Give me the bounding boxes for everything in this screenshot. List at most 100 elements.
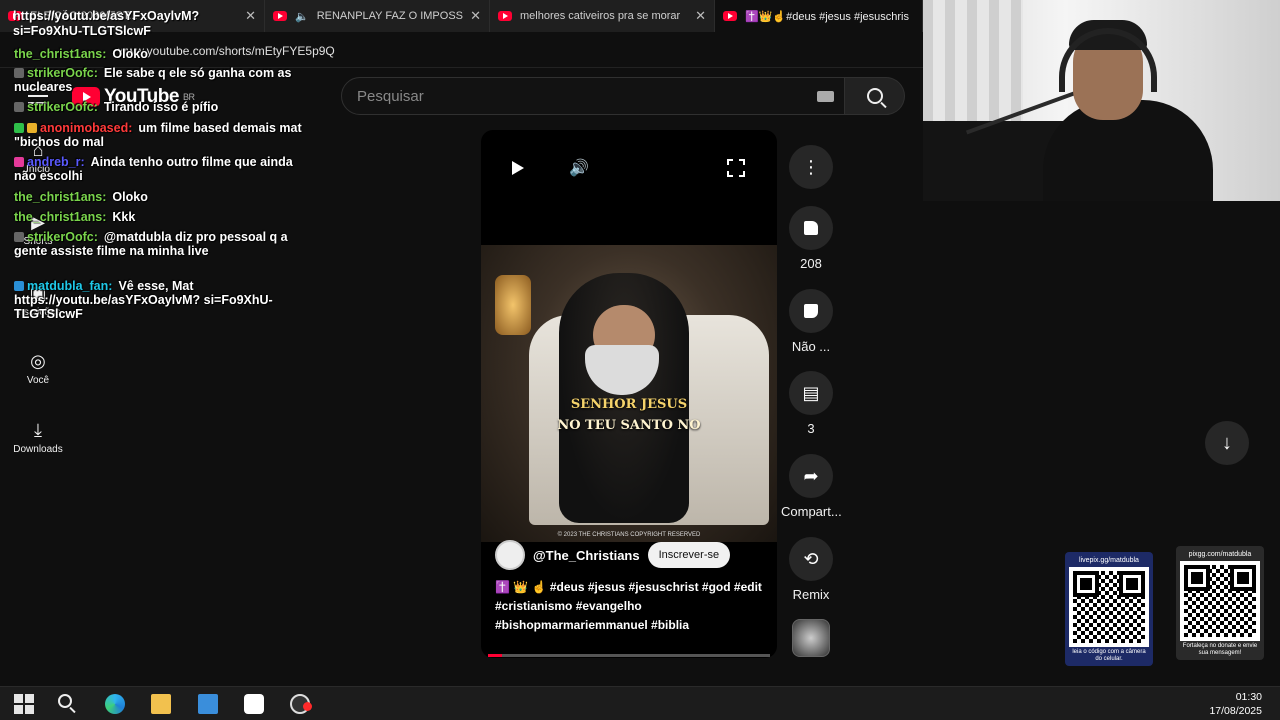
- chat-message: strikerOofc: Tirando isso é pífio: [14, 100, 304, 114]
- search-placeholder: Pesquisar: [357, 88, 424, 105]
- chat-badge-icon: [14, 68, 24, 78]
- clock-date: 17/08/2025: [1209, 705, 1262, 717]
- windows-taskbar: 01:30 17/08/2025: [0, 686, 1280, 720]
- qr-footer: Fortaleça no donate e envie sua mensagem…: [1182, 643, 1258, 656]
- qr-code-icon: [1180, 561, 1260, 641]
- close-icon[interactable]: ✕: [695, 8, 706, 24]
- next-short-button[interactable]: ↓: [1205, 421, 1249, 465]
- qr-title: pixgg.com/matdubla: [1188, 551, 1252, 558]
- qr-footer: leia o código com a câmera do celular.: [1072, 649, 1146, 662]
- store-icon[interactable]: [198, 694, 218, 714]
- rail-item-you[interactable]: ◎ Você: [8, 351, 68, 386]
- dislike-button[interactable]: Não ...: [781, 289, 841, 354]
- chat-message: andreb_r: Ainda tenho outro filme que ain…: [14, 155, 304, 183]
- browser-tab[interactable]: 🔈 RENANPLAY FAZ O IMPOSSÍ ✕: [265, 0, 490, 32]
- video-caption-line2: NO TEU SANTO NO: [557, 418, 701, 433]
- search-input[interactable]: Pesquisar: [341, 77, 845, 115]
- video-copyright: © 2023 THE CHRISTIANS COPYRIGHT RESERVED: [557, 532, 701, 538]
- rail-label: Você: [26, 375, 50, 386]
- channel-avatar[interactable]: [495, 540, 525, 570]
- remix-button[interactable]: ⟲ Remix: [781, 537, 841, 602]
- fullscreen-icon[interactable]: [727, 159, 745, 177]
- remix-label: Remix: [792, 587, 830, 602]
- tab-title: RENANPLAY FAZ O IMPOSSÍ: [316, 10, 465, 22]
- thumbs-down-icon: [804, 304, 818, 318]
- chat-top-link-line2: si=Fo9XhU-TLGTSlcwF: [13, 24, 151, 38]
- youtube-favicon-icon: [498, 11, 512, 21]
- rail-label: Downloads: [13, 444, 63, 455]
- tab-title: melhores cativeiros pra se morar: [520, 10, 681, 22]
- livepix-qr-card: livepix.gg/matdubla leia o código com a …: [1065, 552, 1153, 666]
- more-options-button[interactable]: ⋮: [781, 145, 841, 195]
- qr-code-icon: [1069, 567, 1149, 647]
- chat-badge-icon: [14, 102, 24, 112]
- clock-time: 01:30: [1235, 691, 1262, 703]
- video-frame[interactable]: SENHOR JESUS NO TEU SANTO NO © 2023 THE …: [481, 245, 777, 542]
- chat-text: Tirando isso é pífio: [103, 100, 219, 114]
- share-icon: ➦: [789, 454, 833, 498]
- chat-badge-icon: [14, 157, 24, 167]
- video-caption-line1: SENHOR JESUS: [570, 397, 688, 412]
- browser-tab-active[interactable]: ✝️👑☝️#deus #jesus #jesuschris: [715, 0, 923, 32]
- share-button[interactable]: ➦ Compart...: [781, 454, 841, 519]
- close-icon[interactable]: ✕: [470, 8, 481, 24]
- file-explorer-icon[interactable]: [151, 694, 171, 714]
- chat-top-link-line1: https://youtu.be/asYFxOaylvM?: [13, 9, 200, 23]
- screen: ELEIÇÃO 2026/EST... ✕ 🔈 RENANPLAY FAZ O …: [0, 0, 1280, 720]
- chat-user: the_christ1ans:: [14, 210, 107, 224]
- speaker-icon[interactable]: 🔈: [295, 10, 309, 23]
- thumbs-up-icon: [804, 221, 818, 235]
- comment-icon: ▤: [789, 371, 833, 415]
- chat-user: the_christ1ans:: [14, 47, 107, 61]
- sound-thumbnail[interactable]: [792, 619, 830, 657]
- more-vert-icon: ⋮: [789, 145, 833, 189]
- chat-message: matdubla_fan: Vê esse, Mat https://youtu.…: [14, 279, 304, 321]
- chat-user: andreb_r:: [27, 155, 85, 169]
- capcut-icon[interactable]: [244, 694, 264, 714]
- comment-count: 3: [807, 421, 815, 436]
- chat-message: the_christ1ans: Oloko: [14, 190, 304, 204]
- chat-message: the_christ1ans: Kkk: [14, 210, 304, 224]
- chat-text: Kkk: [112, 210, 136, 224]
- short-description[interactable]: ✝️ 👑 ☝️ #deus #jesus #jesuschrist #god #…: [495, 578, 765, 635]
- volume-icon[interactable]: 🔊: [569, 158, 589, 178]
- chat-text: Oloko: [112, 47, 148, 61]
- chat-top-link: https://youtu.be/asYFxOaylvM? si=Fo9XhU-…: [13, 9, 199, 39]
- channel-row: @The_Christians Inscrever-se: [495, 540, 731, 570]
- downloads-icon: ⤓: [34, 420, 42, 440]
- progress-bar[interactable]: [488, 654, 770, 657]
- like-button[interactable]: 208: [781, 206, 841, 271]
- play-icon[interactable]: [512, 161, 524, 175]
- like-count: 208: [800, 256, 822, 271]
- progress-fill: [488, 654, 503, 657]
- chat-user: anonimobased:: [40, 121, 133, 135]
- edge-browser-icon[interactable]: [105, 694, 125, 714]
- chat-message: anonimobased: um filme based demais mat "…: [14, 121, 304, 149]
- chat-message: the_christ1ans: Oloko: [14, 47, 304, 61]
- shorts-player[interactable]: 🔊 SENHOR JESUS NO TEU SANTO NO © 2023 TH…: [481, 130, 777, 658]
- chat-text: Oloko: [112, 190, 148, 204]
- share-label: Compart...: [781, 504, 841, 519]
- dislike-label: Não ...: [791, 339, 831, 354]
- chat-user: the_christ1ans:: [14, 190, 107, 204]
- keyboard-icon[interactable]: [817, 91, 834, 102]
- search-button[interactable]: [845, 77, 905, 115]
- channel-name[interactable]: @The_Christians: [533, 548, 640, 563]
- chat-badge-icon: [14, 232, 24, 242]
- crown-badge-icon: [27, 123, 37, 133]
- search-icon[interactable]: [58, 694, 78, 714]
- chat-badge-icon: [14, 281, 24, 291]
- windows-start-icon[interactable]: [14, 694, 34, 714]
- tab-title: ✝️👑☝️#deus #jesus #jesuschris: [745, 10, 909, 23]
- remix-icon: ⟲: [789, 537, 833, 581]
- comments-button[interactable]: ▤ 3: [781, 371, 841, 436]
- recording-dot-icon: [303, 702, 312, 711]
- youtube-favicon-icon: [273, 11, 287, 21]
- system-clock[interactable]: 01:30 17/08/2025: [1209, 690, 1262, 718]
- you-icon: ◎: [30, 351, 46, 371]
- browser-tab[interactable]: melhores cativeiros pra se morar ✕: [490, 0, 715, 32]
- chat-badge-icon: [14, 123, 24, 133]
- close-icon[interactable]: ✕: [245, 8, 256, 24]
- subscribe-button[interactable]: Inscrever-se: [647, 542, 731, 568]
- rail-item-downloads[interactable]: ⤓ Downloads: [8, 420, 68, 455]
